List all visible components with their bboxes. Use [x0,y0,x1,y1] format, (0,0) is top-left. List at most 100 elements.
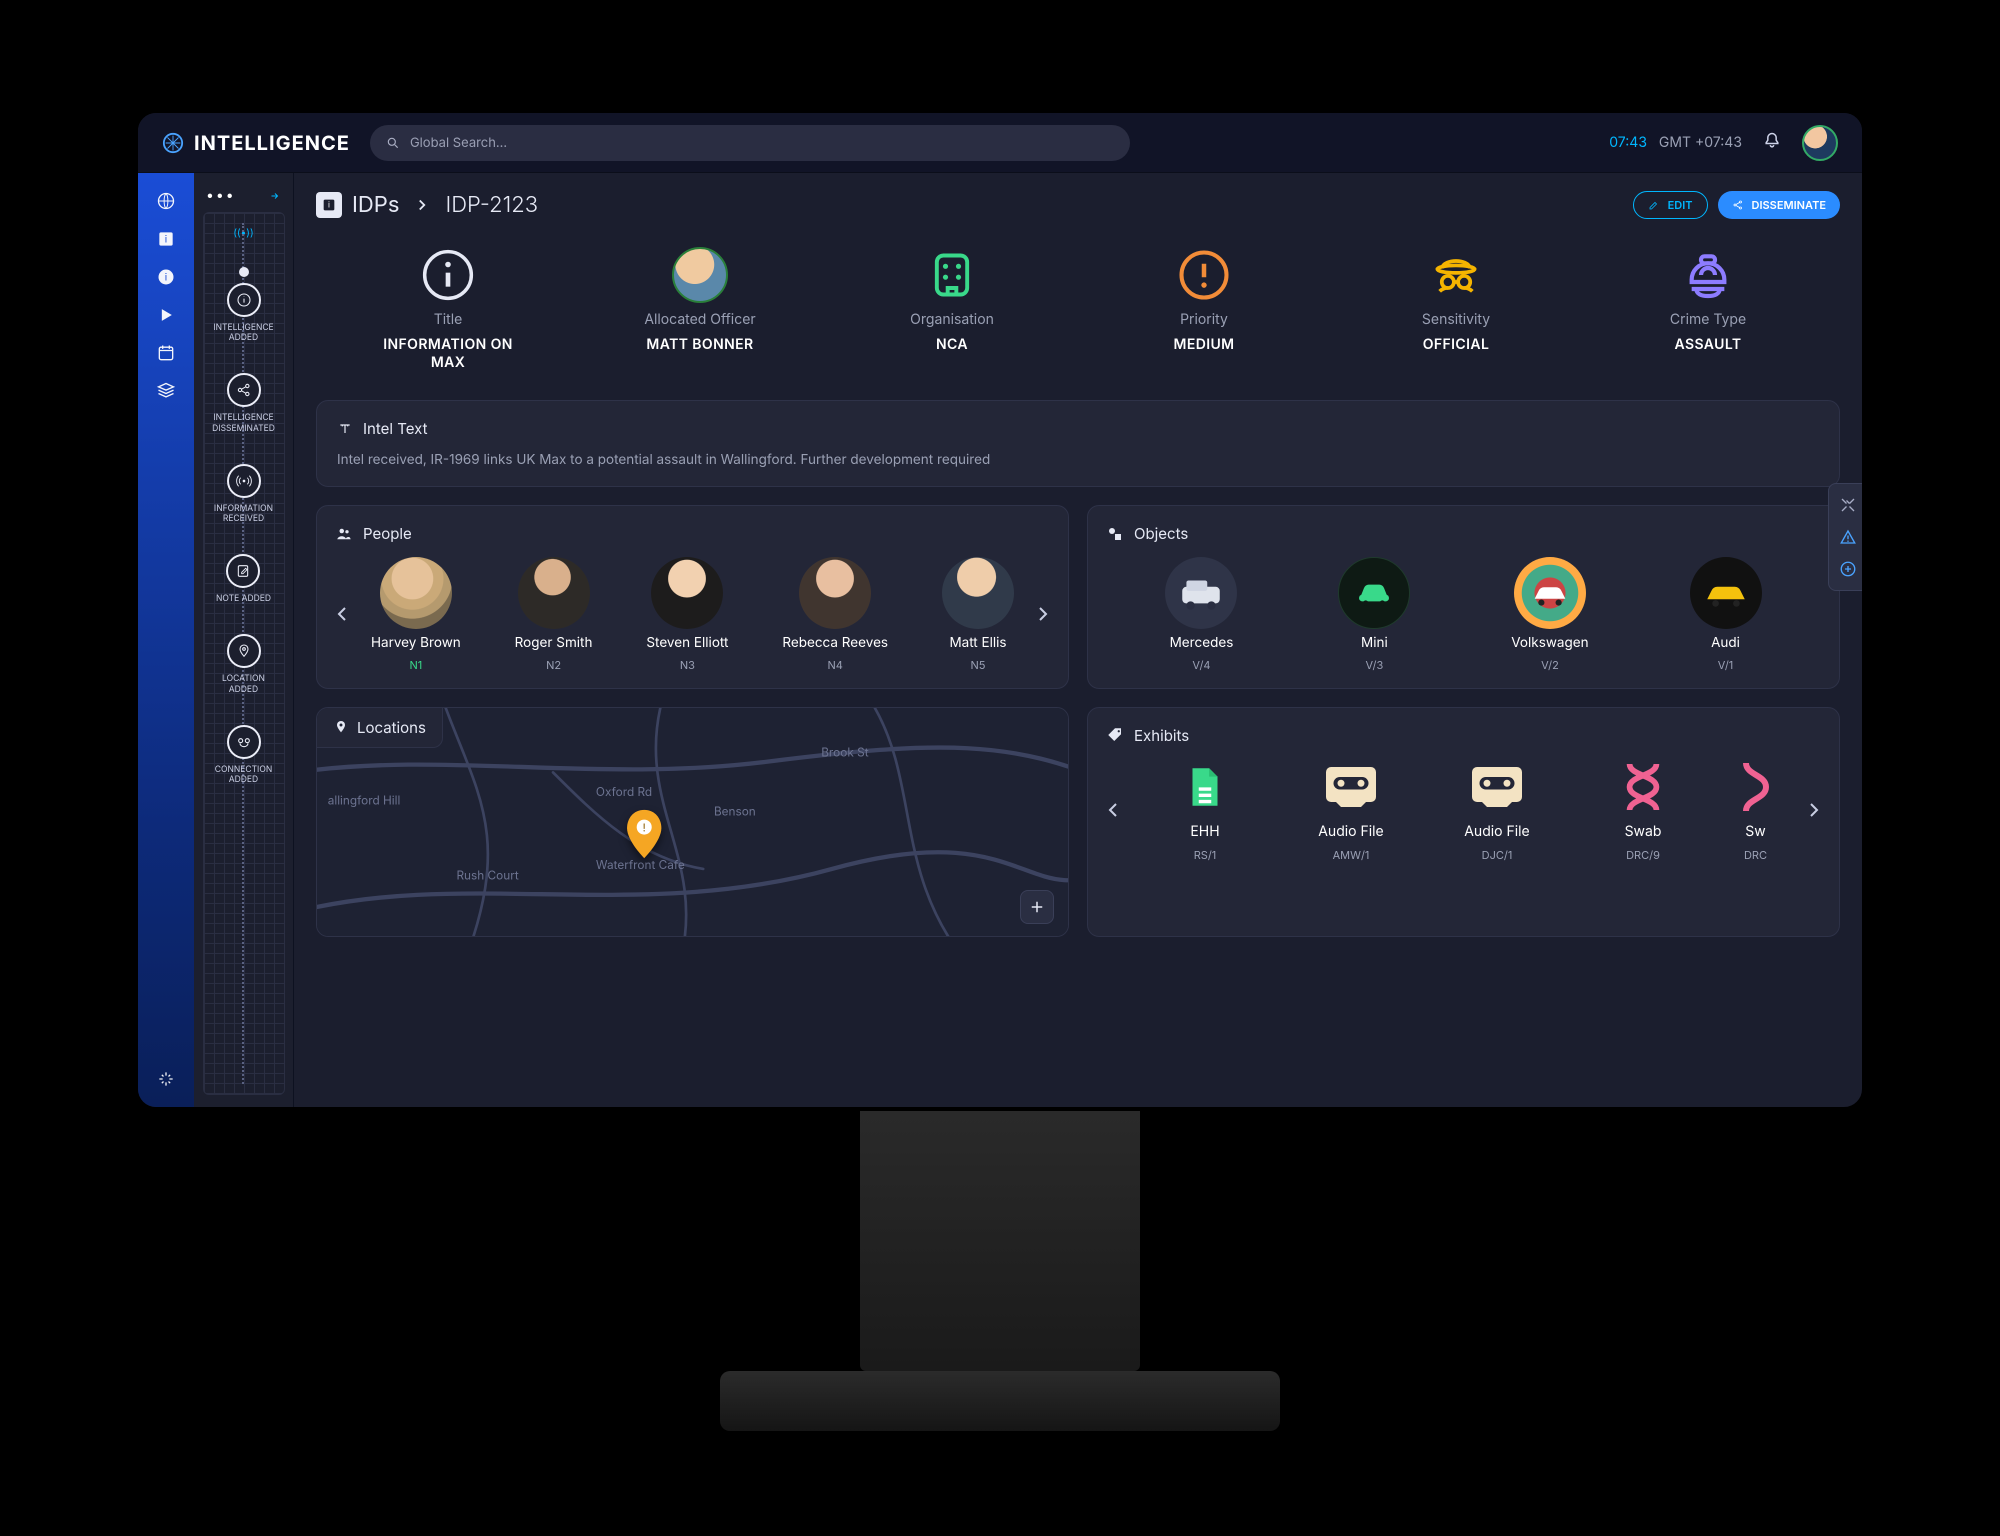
person-avatar [799,557,871,629]
alert-triangle-icon[interactable] [1839,528,1857,546]
timeline-node-info-received[interactable]: INFORMATION RECEIVED [212,464,276,524]
svg-text:Rush Court: Rush Court [456,868,518,882]
dna-icon [1620,759,1666,815]
svg-text:Brook St: Brook St [821,745,868,759]
exhibits-prev-button[interactable] [1102,798,1126,822]
object-card[interactable]: MercedesV/4 [1165,557,1237,671]
timeline-forward-icon[interactable] [269,190,281,202]
people-prev-button[interactable] [331,602,355,626]
sidebar-calendar-icon[interactable] [156,343,176,363]
breadcrumb-root[interactable]: IDPs [352,192,399,218]
search-icon [386,136,400,150]
timeline-menu[interactable]: ••• [206,187,236,204]
vehicle-thumb [1165,557,1237,629]
sidebar-info-box-icon[interactable]: i [156,229,176,249]
svg-text:Waterfront Cafe: Waterfront Cafe [596,857,685,871]
alert-icon [1177,248,1231,302]
clock: 07:43 GMT +07:43 [1609,134,1742,151]
edit-button[interactable]: EDIT [1633,191,1708,219]
locations-tab: Locations [317,708,443,748]
topbar: INTELLIGENCE Global Search… 07:43 GMT +0… [138,113,1862,173]
file-icon [1180,759,1230,815]
people-next-button[interactable] [1030,602,1054,626]
info-circle-icon [420,247,476,303]
incognito-icon [1428,247,1484,303]
user-avatar[interactable] [1802,125,1838,161]
building-icon [926,249,978,301]
helmet-icon [1680,247,1736,303]
bell-icon [1762,131,1782,151]
car-icon [1354,573,1394,613]
share-icon [1732,199,1744,211]
person-card[interactable]: Roger SmithN2 [515,557,593,671]
sidebar-info-circle-icon[interactable]: i [156,267,176,287]
tile-sensitivity: Sensitivity OFFICIAL [1342,247,1570,372]
person-avatar [651,557,723,629]
person-avatar [942,557,1014,629]
timeline-node-note-added[interactable]: NOTE ADDED [216,554,271,604]
tools-icon[interactable] [1839,496,1857,514]
exhibit-card[interactable]: EHHRS/1 [1138,759,1272,862]
exhibit-card[interactable]: SwDRC [1722,759,1789,862]
tile-priority: Priority MEDIUM [1090,247,1318,372]
sidebar-collapse-icon[interactable] [156,1069,176,1089]
exhibit-card[interactable]: SwabDRC/9 [1576,759,1710,862]
svg-text:i: i [165,233,167,245]
cassette-icon [1321,762,1381,812]
link-icon [236,734,252,750]
clock-zone: GMT +07:43 [1659,134,1742,151]
object-card[interactable]: MiniV/3 [1338,557,1410,671]
pin-icon [236,643,252,659]
pencil-icon [1648,199,1660,211]
svg-text:i: i [328,200,330,210]
search-input[interactable]: Global Search… [370,125,1130,161]
svg-text:Benson: Benson [714,804,756,818]
plus-icon [1028,898,1046,916]
notifications-button[interactable] [1762,131,1782,155]
vehicle-thumb [1338,557,1410,629]
object-card[interactable]: AudiV/1 [1690,557,1762,671]
sidebar-play-icon[interactable] [156,305,176,325]
intel-body: Intel received, IR-1969 links UK Max to … [337,452,1819,468]
svg-text:allingford Hill: allingford Hill [328,793,401,807]
exhibit-card[interactable]: Audio FileDJC/1 [1430,759,1564,862]
cassette-icon [1467,762,1527,812]
exhibit-card[interactable]: Audio FileAMW/1 [1284,759,1418,862]
person-card[interactable]: Steven ElliottN3 [646,557,728,671]
people-icon [335,525,353,543]
disseminate-button[interactable]: DISSEMINATE [1718,191,1840,219]
add-circle-icon[interactable] [1839,560,1857,578]
svg-text:!: ! [643,821,646,834]
person-card[interactable]: Matt EllisN5 [942,557,1014,671]
text-icon [337,421,353,437]
tile-title: Title INFORMATION ON MAX [334,247,562,372]
object-card[interactable]: VolkswagenV/2 [1511,557,1588,671]
tile-officer: Allocated Officer MATT BONNER [586,247,814,372]
search-placeholder: Global Search… [410,135,507,151]
timeline-node-location-added[interactable]: LOCATION ADDED [212,634,276,694]
officer-avatar [672,247,728,303]
monitor-frame: INTELLIGENCE Global Search… 07:43 GMT +0… [130,105,1870,1431]
share-icon [236,382,252,398]
sidebar-layers-icon[interactable] [156,381,176,401]
timeline-node-connection-added[interactable]: CONNECTION ADDED [212,725,276,785]
timeline-node-disseminated[interactable]: INTELLIGENCE DISSEMINATED [212,373,276,433]
brand-logo-icon [162,132,184,154]
exhibits-next-button[interactable] [1801,798,1825,822]
person-card[interactable]: Rebecca ReevesN4 [782,557,888,671]
objects-panel: Objects MercedesV/4 MiniV/3 VolkswagenV/… [1087,505,1840,688]
sidebar-globe-icon[interactable] [156,191,176,211]
breadcrumb: i IDPs IDP-2123 EDIT DIS [316,191,1840,219]
activity-timeline: ••• ((•)) INTELLIGENCE ADDED INTELLIGENC… [194,173,294,1107]
svg-text:Oxford Rd: Oxford Rd [596,785,652,799]
clock-time: 07:43 [1609,134,1647,151]
tile-organisation: Organisation NCA [838,247,1066,372]
info-icon [236,292,252,308]
timeline-node-intel-added[interactable]: INTELLIGENCE ADDED [212,267,276,343]
chevron-right-icon [413,196,431,214]
person-card[interactable]: Harvey BrownN1 [371,557,461,671]
person-avatar [380,557,452,629]
svg-text:i: i [165,271,167,283]
signal-icon: ((•)) [233,227,253,239]
map-add-button[interactable] [1020,890,1054,924]
